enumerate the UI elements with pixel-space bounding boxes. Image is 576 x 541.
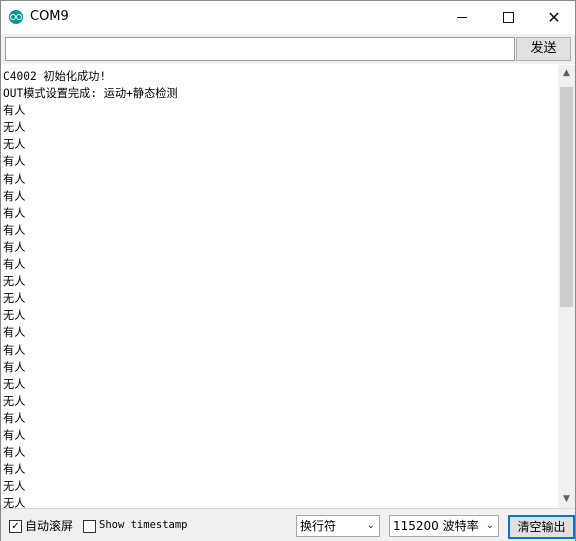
output-line: 有人 [3, 104, 26, 118]
output-line: 有人 [3, 463, 26, 477]
output-line: 无人 [3, 480, 26, 494]
output-line: 无人 [3, 121, 26, 135]
output-line: 无人 [3, 309, 26, 323]
scroll-up-icon[interactable]: ▲ [558, 65, 575, 82]
timestamp-checkbox[interactable] [83, 520, 96, 533]
chevron-down-icon: ⌄ [485, 520, 494, 531]
output-line: 有人 [3, 206, 26, 220]
output-line: 无人 [3, 377, 26, 391]
output-line: 有人 [3, 360, 26, 374]
clear-output-button[interactable]: 清空输出 [508, 515, 575, 539]
vertical-scrollbar[interactable]: ▲ ▼ [558, 65, 575, 508]
output-line: 无人 [3, 497, 26, 508]
output-line: 无人 [3, 275, 26, 289]
line-ending-value: 换行符 [300, 519, 337, 533]
minimize-icon [457, 16, 467, 18]
maximize-icon [502, 11, 514, 23]
output-line: 无人 [3, 394, 26, 408]
output-line: 有人 [3, 240, 26, 254]
send-button[interactable]: 发送 [516, 37, 571, 61]
close-icon: ✕ [547, 7, 561, 27]
serial-output[interactable]: C4002 初始化成功! OUT模式设置完成: 运动+静态检测 有人 无人 无人 有人 有人… [1, 65, 558, 508]
send-input[interactable] [5, 37, 515, 61]
output-line: 无人 [3, 292, 26, 306]
arduino-icon [9, 10, 23, 24]
output-line: C4002 初始化成功! [3, 70, 107, 83]
autoscroll-checkbox[interactable]: ✓ [9, 520, 22, 533]
scroll-thumb[interactable] [560, 87, 573, 307]
footer-bar: ✓ 自动滚屏 Show timestamp 换行符 ⌄ 115200 波特率 ⌄… [1, 508, 575, 541]
output-line: OUT模式设置完成: 运动+静态检测 [3, 87, 178, 101]
output-line: 有人 [3, 428, 26, 442]
baud-rate-value: 115200 波特率 [393, 519, 479, 533]
serial-monitor-window: COM9 ✕ 发送 C4002 初始化成功! OUT模式设置完成: 运动+静态检测… [0, 0, 576, 541]
title-bar: COM9 ✕ [1, 1, 575, 33]
window-title: COM9 [30, 9, 69, 24]
timestamp-label[interactable]: Show timestamp [99, 519, 188, 531]
send-bar: 发送 [1, 34, 575, 64]
scroll-down-icon[interactable]: ▼ [558, 491, 575, 508]
output-line: 有人 [3, 326, 26, 340]
output-line: 有人 [3, 189, 26, 203]
output-line: 有人 [3, 223, 26, 237]
autoscroll-label[interactable]: 自动滚屏 [25, 517, 73, 534]
output-lines: C4002 初始化成功! OUT模式设置完成: 运动+静态检测 有人 无人 无人 有人 有人… [1, 65, 558, 508]
chevron-down-icon: ⌄ [366, 520, 375, 531]
output-line: 有人 [3, 446, 26, 460]
output-line: 有人 [3, 172, 26, 186]
close-button[interactable]: ✕ [531, 1, 576, 33]
maximize-button[interactable] [485, 1, 531, 33]
minimize-button[interactable] [439, 1, 485, 33]
output-line: 有人 [3, 411, 26, 425]
baud-rate-select[interactable]: 115200 波特率 ⌄ [389, 515, 499, 537]
output-line: 有人 [3, 343, 26, 357]
line-ending-select[interactable]: 换行符 ⌄ [296, 515, 380, 537]
output-line: 无人 [3, 138, 26, 152]
output-line: 有人 [3, 258, 26, 272]
output-line: 有人 [3, 155, 26, 169]
